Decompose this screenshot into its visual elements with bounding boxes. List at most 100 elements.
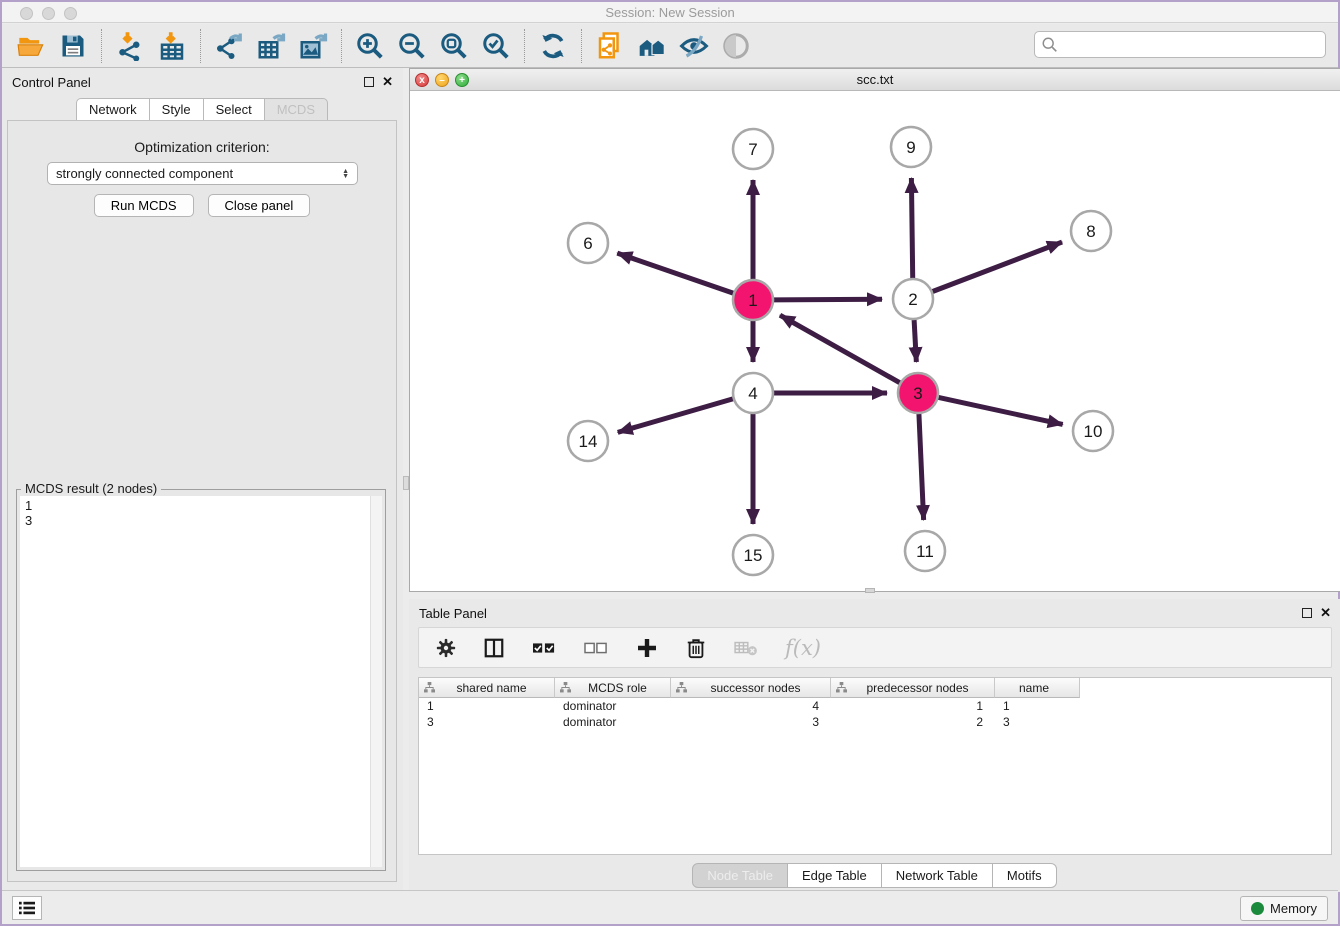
add-row-icon[interactable] [635,636,659,660]
edge-3-to-1[interactable] [780,315,900,382]
node-label: 15 [744,546,763,565]
main-toolbar [2,24,1338,68]
cell-name[interactable]: 1 [995,698,1080,714]
graph-node-8[interactable]: 8 [1071,211,1111,251]
column-header-successor-nodes[interactable]: successor nodes [671,678,831,698]
column-header-shared-name[interactable]: shared name [419,678,555,698]
houses-icon [636,31,668,61]
tab-mcds[interactable]: MCDS [264,98,328,121]
zoom-out-button[interactable] [396,30,428,62]
edge-1-to-2[interactable] [774,299,882,300]
cell-MCDS-role[interactable]: dominator [555,698,671,714]
network-graph[interactable]: 7 9 6 8 1 2 4 3 14 10 15 11 [410,91,1340,590]
close-panel-button[interactable]: Close panel [208,194,311,217]
table-row[interactable]: 1dominator411 [419,698,1331,714]
mcds-result-text[interactable]: 1 3 [20,496,382,867]
edge-2-to-3[interactable] [914,320,916,362]
settings-gear-icon[interactable] [435,637,457,659]
tab-network-table[interactable]: Network Table [881,863,993,888]
unselect-all-icon[interactable] [583,637,609,659]
frame-close-icon[interactable]: x [415,73,429,87]
column-header-name[interactable]: name [995,678,1080,698]
edge-4-to-14[interactable] [618,399,733,432]
cell-shared-name[interactable]: 1 [419,698,555,714]
tab-edge-table[interactable]: Edge Table [787,863,882,888]
import-network-button[interactable] [114,30,146,62]
node-table: shared nameMCDS rolesuccessor nodesprede… [418,677,1332,855]
open-folder-icon [17,32,45,60]
zoom-fit-button[interactable] [438,30,470,62]
column-header-MCDS-role[interactable]: MCDS role [555,678,671,698]
frame-minimize-icon[interactable]: – [435,73,449,87]
graph-node-15[interactable]: 15 [733,535,773,575]
edge-3-to-11[interactable] [919,414,924,520]
edge-3-to-10[interactable] [939,397,1063,424]
float-panel-icon[interactable] [364,77,374,87]
select-stepper-icon: ▲▼ [342,169,349,179]
graph-node-1[interactable]: 1 [733,280,773,320]
column-type-icon [836,682,847,693]
float-panel-icon[interactable] [1302,608,1312,618]
cell-predecessor-nodes[interactable]: 1 [831,698,995,714]
result-scrollbar[interactable] [370,496,382,867]
select-all-icon[interactable] [531,637,557,659]
zoom-selected-button[interactable] [480,30,512,62]
frame-maximize-icon[interactable]: + [455,73,469,87]
import-table-icon [157,31,187,61]
close-panel-icon[interactable]: ✕ [1320,608,1331,618]
tab-style[interactable]: Style [149,98,204,121]
close-panel-icon[interactable]: ✕ [382,77,393,87]
graph-node-11[interactable]: 11 [905,531,945,571]
first-neighbors-button[interactable] [636,30,668,62]
show-columns-icon[interactable] [483,637,505,659]
frame-resize-grip[interactable] [865,588,875,593]
network-frame-titlebar[interactable]: x – + scc.txt [410,69,1340,91]
export-table-button[interactable] [255,30,287,62]
cell-name[interactable]: 3 [995,714,1080,730]
graph-node-14[interactable]: 14 [568,421,608,461]
tab-select[interactable]: Select [203,98,265,121]
import-table-button[interactable] [156,30,188,62]
graph-node-2[interactable]: 2 [893,279,933,319]
edge-2-to-8[interactable] [933,242,1062,291]
zoom-in-button[interactable] [354,30,386,62]
graph-node-9[interactable]: 9 [891,127,931,167]
graph-node-4[interactable]: 4 [733,373,773,413]
memory-button[interactable]: Memory [1240,896,1328,921]
duplicate-network-button[interactable] [594,30,626,62]
tab-node-table[interactable]: Node Table [692,863,788,888]
tab-network[interactable]: Network [76,98,150,121]
search-input[interactable] [1059,32,1325,57]
toolbar-separator [200,29,201,63]
save-session-button[interactable] [57,30,89,62]
toolbar-search[interactable] [1034,31,1326,58]
edge-1-to-6[interactable] [617,253,733,293]
cell-MCDS-role[interactable]: dominator [555,714,671,730]
criterion-select[interactable]: strongly connected component ▲▼ [47,162,358,185]
graph-node-7[interactable]: 7 [733,129,773,169]
export-image-button[interactable] [297,30,329,62]
table-row[interactable]: 3dominator323 [419,714,1331,730]
toolbar-separator [341,29,342,63]
cell-successor-nodes[interactable]: 3 [671,714,831,730]
run-mcds-button[interactable]: Run MCDS [94,194,194,217]
column-type-icon [676,682,687,693]
graph-node-10[interactable]: 10 [1073,411,1113,451]
graph-node-6[interactable]: 6 [568,223,608,263]
export-network-button[interactable] [213,30,245,62]
control-panel: Control Panel ✕ Network Style Select MCD… [2,68,403,894]
refresh-button[interactable] [537,30,569,62]
cell-shared-name[interactable]: 3 [419,714,555,730]
show-hidden-button[interactable] [720,30,752,62]
cell-predecessor-nodes[interactable]: 2 [831,714,995,730]
open-file-button[interactable] [15,30,47,62]
hide-selected-button[interactable] [678,30,710,62]
delete-row-trash-icon[interactable] [685,636,707,660]
task-history-button[interactable] [12,896,42,920]
network-canvas[interactable]: 7 9 6 8 1 2 4 3 14 10 15 11 [410,91,1340,590]
edge-2-to-9[interactable] [911,178,912,278]
graph-node-3[interactable]: 3 [898,373,938,413]
cell-successor-nodes[interactable]: 4 [671,698,831,714]
column-header-predecessor-nodes[interactable]: predecessor nodes [831,678,995,698]
tab-motifs[interactable]: Motifs [992,863,1057,888]
